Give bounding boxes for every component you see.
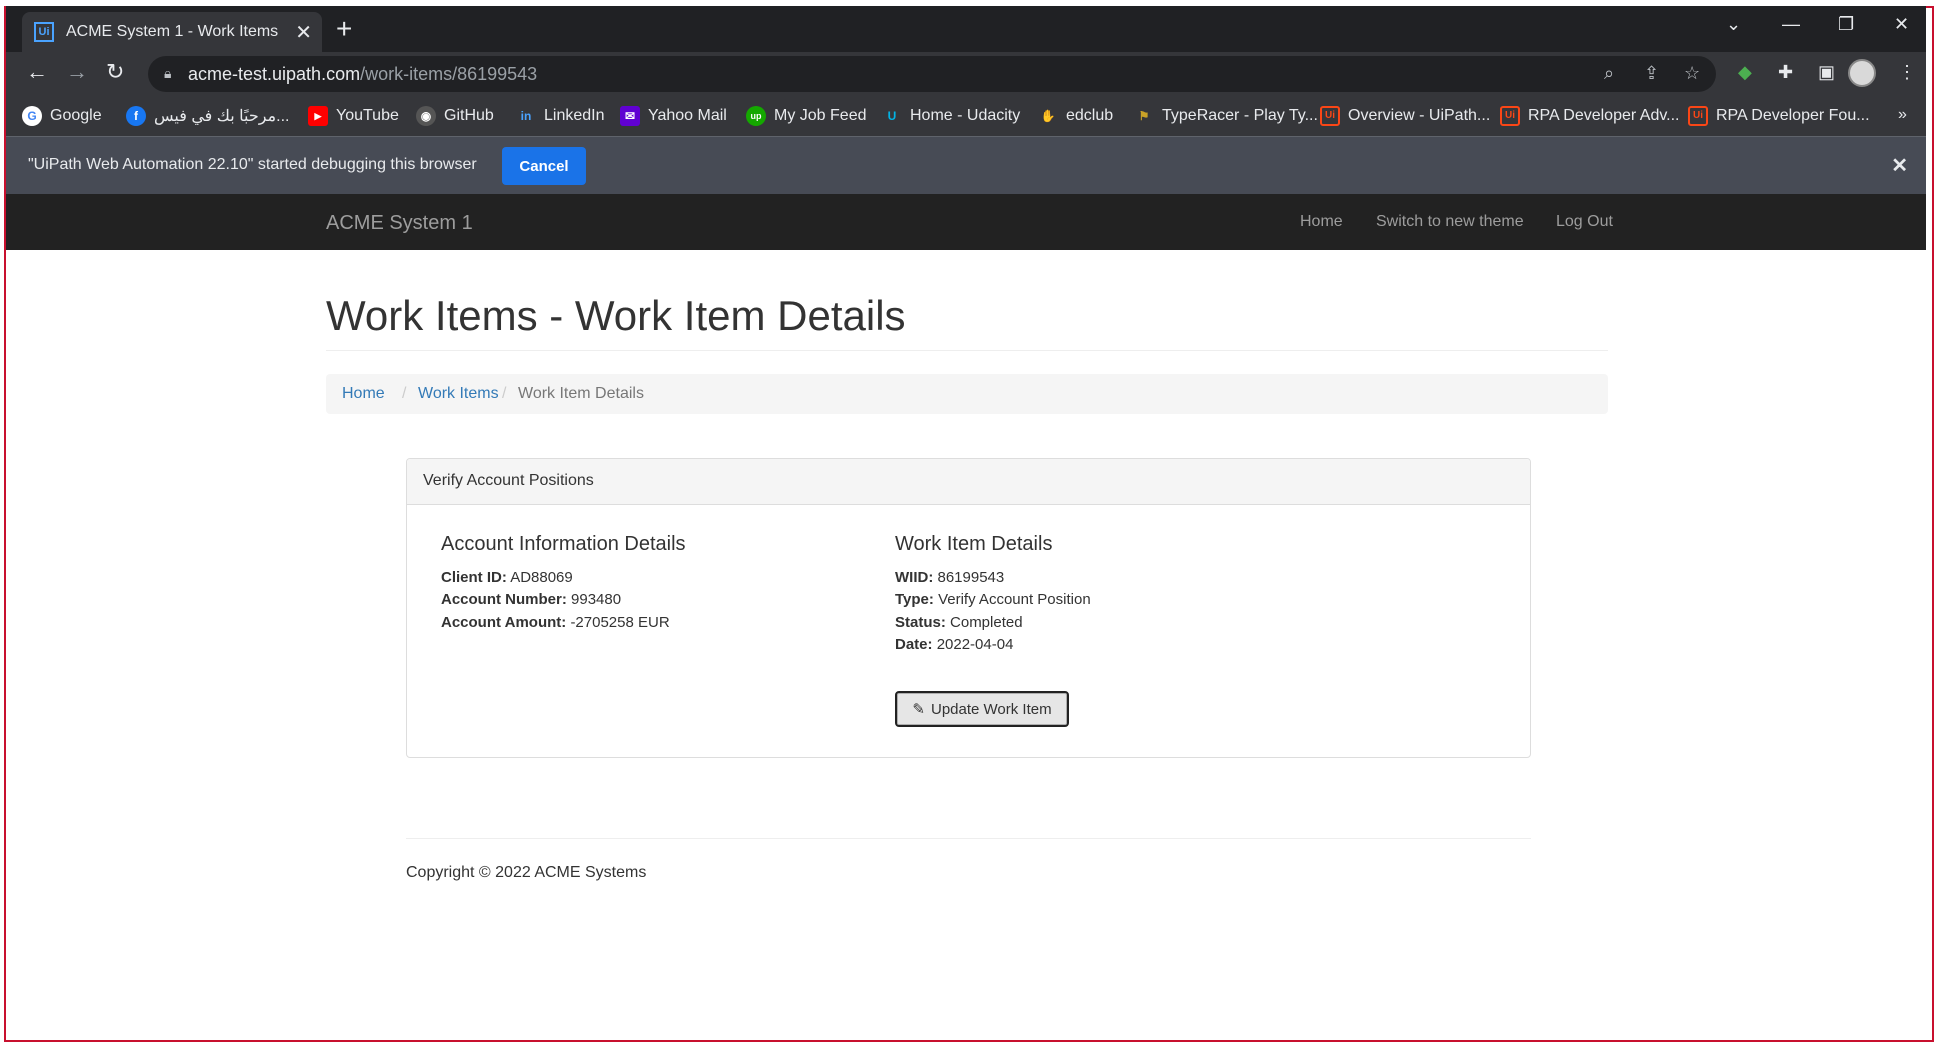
youtube-icon: ▶ [308,106,328,126]
nav-log-out[interactable]: Log Out [1556,213,1613,231]
extensions-puzzle-icon[interactable]: ✚ [1778,62,1793,83]
account-info-heading: Account Information Details [441,533,686,555]
update-work-item-button[interactable]: ✎ Update Work Item [895,691,1069,727]
infobar-close-icon[interactable]: ✕ [1891,153,1908,178]
uipath-icon: Ui [1688,106,1708,126]
close-window-icon[interactable]: ✕ [1894,14,1909,35]
debugging-infobar: "UiPath Web Automation 22.10" started de… [6,136,1926,194]
reload-icon[interactable]: ↻ [106,60,124,84]
work-item-details-heading: Work Item Details [895,533,1053,555]
new-tab-icon[interactable]: + [336,14,352,44]
infobar-message: "UiPath Web Automation 22.10" started de… [28,156,477,173]
date-field: Date: 2022-04-04 [895,636,1014,653]
work-item-panel: Verify Account Positions Account Informa… [406,458,1531,758]
url-text[interactable]: acme-test.uipath.com/work-items/86199543 [188,64,537,85]
tab-strip: Ui ACME System 1 - Work Items ✕ + ⌄ — ❐ … [6,6,1926,52]
cancel-debugging-button[interactable]: Cancel [502,147,586,185]
uipath-favicon-icon: Ui [34,22,54,42]
bookmark-uipath-overview[interactable]: Ui Overview - UiPath... [1320,106,1490,126]
bookmark-edclub[interactable]: ✋ edclub [1038,106,1114,126]
nav-home[interactable]: Home [1300,213,1343,231]
share-icon[interactable]: ⇪ [1644,63,1659,84]
bookmark-rpa-dev-adv[interactable]: Ui RPA Developer Adv... [1500,106,1679,126]
window-bottom-border [4,1040,1934,1042]
bookmark-rpa-dev-found[interactable]: Ui RPA Developer Fou... [1688,106,1870,126]
footer-divider [406,838,1531,839]
tab-title: ACME System 1 - Work Items [66,23,279,40]
yahoo-mail-icon: ✉ [620,106,640,126]
facebook-icon: f [126,106,146,126]
breadcrumb-current: Work Item Details [518,385,644,402]
address-bar[interactable]: 🔒︎ acme-test.uipath.com/work-items/86199… [148,56,1716,92]
type-field: Type: Verify Account Position [895,591,1091,608]
client-id-field: Client ID: AD88069 [441,569,573,586]
side-panel-icon[interactable]: ▣ [1818,62,1835,83]
footer-copyright: Copyright © 2022 ACME Systems [406,864,647,881]
app-navbar: ACME System 1 Home Switch to new theme L… [6,194,1926,250]
minimize-icon[interactable]: — [1782,14,1800,35]
udacity-icon: U [887,109,897,123]
tab-search-icon[interactable]: ⌄ [1726,14,1741,35]
profile-avatar[interactable] [1848,59,1876,87]
bookmark-yahoo-mail[interactable]: ✉ Yahoo Mail [620,106,727,126]
uipath-icon: Ui [1320,106,1340,126]
back-icon[interactable]: ← [26,60,48,84]
lock-icon[interactable]: 🔒︎ [164,65,171,82]
zoom-icon[interactable]: ⌕ [1604,63,1614,84]
bookmarks-overflow-icon[interactable]: » [1898,106,1907,124]
menu-kebab-icon[interactable]: ⋮ [1898,62,1916,83]
toolbar: ← → ↻ 🔒︎ acme-test.uipath.com/work-items… [6,52,1926,96]
upwork-icon: up [746,106,766,126]
typeracer-icon: ⚑ [1138,109,1150,123]
account-amount-field: Account Amount: -2705258 EUR [441,614,670,631]
google-icon: G [22,106,42,126]
uipath-icon: Ui [1500,106,1520,126]
tab-acme-work-items[interactable]: Ui ACME System 1 - Work Items ✕ [22,12,322,52]
status-field: Status: Completed [895,614,1023,631]
bookmark-linkedin[interactable]: in LinkedIn [516,106,605,126]
bookmark-youtube[interactable]: ▶ YouTube [308,106,399,126]
tab-close-icon[interactable]: ✕ [295,20,312,45]
bookmark-facebook[interactable]: f مرحبًا بك في فيس... [126,106,289,126]
extension-icon[interactable]: ◆ [1738,62,1752,83]
panel-title: Verify Account Positions [423,472,594,489]
nav-switch-theme[interactable]: Switch to new theme [1376,213,1524,231]
account-number-field: Account Number: 993480 [441,591,622,608]
forward-icon[interactable]: → [66,60,88,84]
breadcrumb-home[interactable]: Home [342,385,385,403]
bookmarks-bar: G Google f مرحبًا بك في فيس... ▶ YouTube ◉ G… [6,96,1926,136]
breadcrumb-work-items[interactable]: Work Items [418,385,499,403]
bookmark-google[interactable]: G Google [22,106,102,126]
bookmark-github[interactable]: ◉ GitHub [416,106,494,126]
wiid-field: WIID: 86199543 [895,569,1005,586]
edclub-icon: ✋ [1040,109,1056,123]
bookmark-star-icon[interactable]: ☆ [1684,63,1700,84]
bookmark-typeracer[interactable]: ⚑ TypeRacer - Play Ty... [1134,106,1318,126]
linkedin-icon: in [520,109,532,123]
title-divider [326,350,1608,351]
breadcrumb-separator: / [402,385,407,402]
breadcrumb: Home / Work Items / Work Item Details [326,374,1608,414]
panel-heading: Verify Account Positions [407,459,1530,505]
app-brand[interactable]: ACME System 1 [326,212,473,235]
pencil-icon: ✎ [912,701,925,718]
bookmark-my-job-feed[interactable]: up My Job Feed [746,106,866,126]
github-icon: ◉ [416,106,436,126]
bookmark-udacity[interactable]: U Home - Udacity [882,106,1021,126]
page-title: Work Items - Work Item Details [326,292,906,339]
restore-icon[interactable]: ❐ [1838,14,1854,35]
breadcrumb-separator: / [502,385,507,402]
